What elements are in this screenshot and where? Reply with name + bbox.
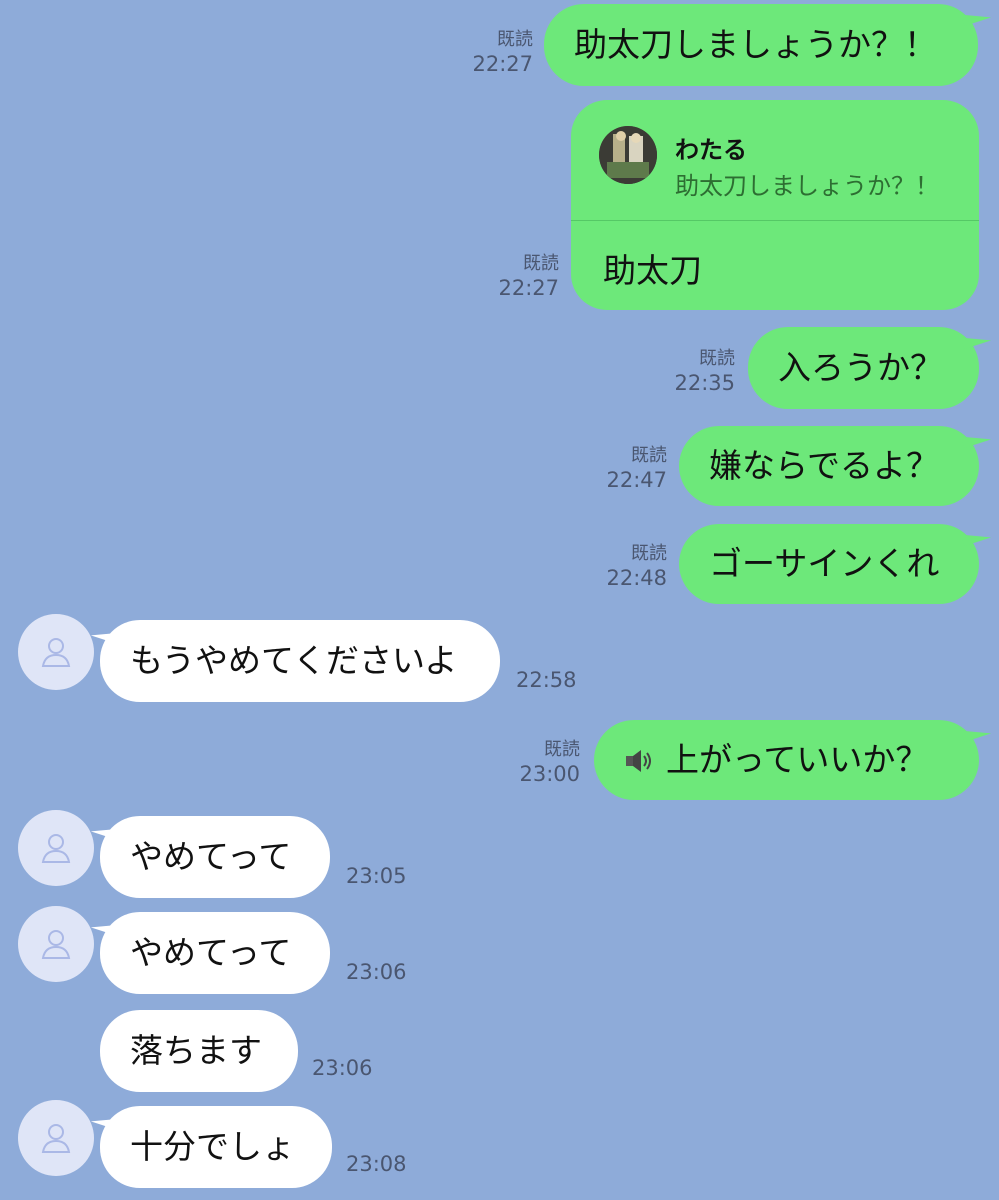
message-bubble[interactable]: やめてって — [100, 912, 330, 994]
reply-quoted-text: 助太刀しましょうか？！ — [675, 172, 939, 200]
chat-area[interactable]: 既読 22:27 助太刀しましょうか？！ 既読 22:27 わたる 助太刀しまし… — [0, 0, 999, 1200]
message-time: 22:27 — [498, 276, 559, 300]
read-receipt: 既読 — [631, 445, 667, 466]
speaker-icon — [624, 745, 654, 775]
message-text: 落ちます — [130, 1031, 262, 1070]
message-text: ゴーサインくれ — [709, 544, 940, 583]
message-bubble[interactable]: 上がっていいか？ — [594, 720, 979, 800]
bubble-tail — [960, 328, 992, 350]
message-meta: 既読 22:35 — [635, 347, 735, 395]
message-meta: 既読 22:48 — [567, 542, 667, 590]
message-bubble[interactable]: 落ちます — [100, 1010, 298, 1092]
message-bubble[interactable]: 嫌ならでるよ？ — [679, 426, 979, 506]
user-icon — [41, 930, 71, 959]
message-row-outgoing: 既読 22:35 入ろうか？ — [0, 325, 999, 415]
message-bubble[interactable]: 十分でしょ — [100, 1106, 332, 1188]
message-time: 23:05 — [346, 864, 407, 888]
avatar[interactable] — [18, 1100, 94, 1176]
message-time: 22:47 — [606, 468, 667, 492]
message-row-outgoing: 既読 23:00 上がっていいか？ — [0, 716, 999, 806]
message-time: 23:06 — [312, 1056, 373, 1080]
reply-avatar — [599, 126, 657, 184]
message-time: 22:35 — [674, 371, 735, 395]
reply-sender-name: わたる — [675, 136, 747, 164]
message-row-incoming: やめてって 23:06 — [0, 906, 999, 1002]
message-bubble[interactable]: もうやめてくださいよ — [100, 620, 500, 702]
bubble-tail — [960, 525, 992, 547]
message-row-incoming: 十分でしょ 23:08 — [0, 1100, 999, 1196]
user-icon — [41, 834, 71, 863]
message-bubble[interactable]: ゴーサインくれ — [679, 524, 979, 604]
message-time: 23:08 — [346, 1152, 407, 1176]
message-text: やめてって — [130, 837, 292, 876]
message-text: 十分でしょ — [130, 1127, 295, 1166]
avatar[interactable] — [18, 810, 94, 886]
avatar[interactable] — [18, 614, 94, 690]
read-receipt: 既読 — [631, 543, 667, 564]
message-time: 22:58 — [516, 668, 577, 692]
message-text: 助太刀 — [603, 251, 702, 290]
reply-message-bubble[interactable]: わたる 助太刀しましょうか？！ 助太刀 — [571, 100, 979, 310]
reply-quote-block[interactable]: わたる 助太刀しましょうか？！ — [571, 100, 979, 221]
message-text: やめてって — [130, 933, 292, 972]
message-row-outgoing: 既読 22:27 わたる 助太刀しましょうか？！ 助太刀 — [0, 0, 999, 320]
message-time: 23:06 — [346, 960, 407, 984]
read-receipt: 既読 — [544, 739, 580, 760]
user-icon — [41, 638, 71, 667]
message-meta: 既読 22:47 — [567, 444, 667, 492]
message-text: 上がっていいか？ — [666, 740, 929, 779]
message-text: もうやめてくださいよ — [130, 641, 458, 680]
message-row-outgoing: 既読 22:47 嫌ならでるよ？ — [0, 422, 999, 512]
message-bubble[interactable]: 入ろうか？ — [748, 327, 979, 409]
user-icon — [41, 1124, 71, 1153]
message-bubble[interactable]: やめてって — [100, 816, 330, 898]
message-row-incoming: 落ちます 23:06 — [0, 1004, 999, 1098]
photo-thumbnail-icon — [599, 126, 657, 184]
read-receipt: 既読 — [699, 348, 735, 369]
message-text: 入ろうか？ — [778, 348, 943, 387]
message-row-outgoing: 既読 22:48 ゴーサインくれ — [0, 520, 999, 610]
message-meta: 既読 23:00 — [480, 738, 580, 786]
message-meta: 既読 22:27 — [459, 252, 559, 300]
bubble-tail — [960, 427, 992, 449]
read-receipt: 既読 — [523, 253, 559, 274]
bubble-tail — [960, 721, 992, 743]
message-time: 22:48 — [606, 566, 667, 590]
message-row-incoming: もうやめてくださいよ 22:58 — [0, 612, 999, 712]
message-row-incoming: やめてって 23:05 — [0, 810, 999, 906]
message-time: 23:00 — [519, 762, 580, 786]
avatar[interactable] — [18, 906, 94, 982]
message-text: 嫌ならでるよ？ — [709, 446, 940, 485]
